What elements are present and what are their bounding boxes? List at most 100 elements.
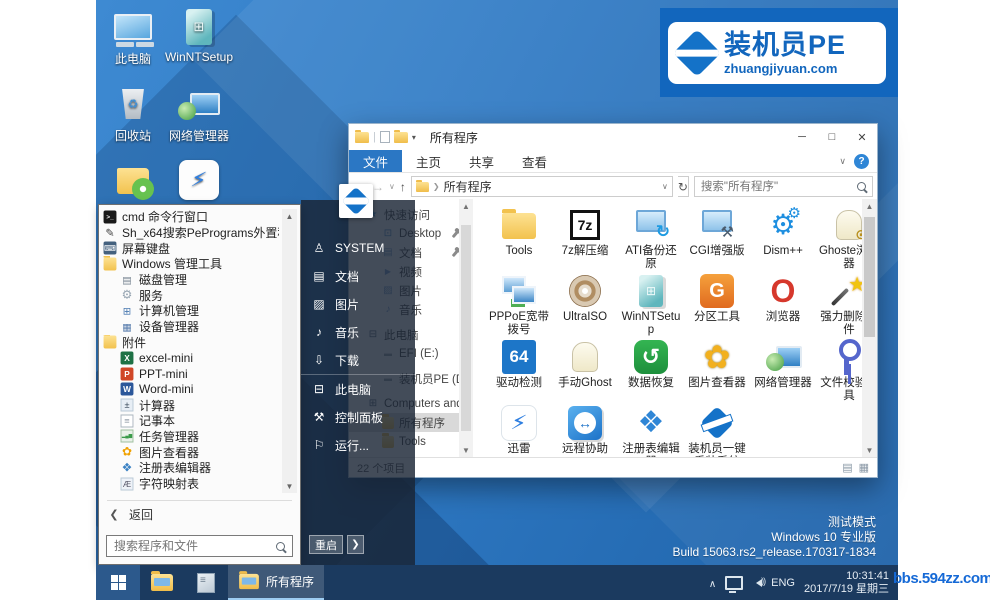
ribbon-tab[interactable]: 文件 xyxy=(349,150,402,172)
help-icon[interactable]: ? xyxy=(854,154,869,169)
scroll-down-icon[interactable]: ▼ xyxy=(282,479,297,493)
overlay-menu-item[interactable]: 下载 xyxy=(301,346,415,375)
address-bar[interactable]: ❯ 所有程序 ∨ xyxy=(411,176,673,197)
close-button[interactable]: ✕ xyxy=(847,125,877,150)
taskbar-task-all-programs[interactable]: 所有程序 xyxy=(228,565,324,600)
ribbon-tab[interactable]: 共享 xyxy=(455,150,508,172)
app-item[interactable]: PPPoE宽带拨号 xyxy=(487,272,551,338)
scroll-down-icon[interactable]: ▼ xyxy=(862,443,877,457)
overlay-menu-item[interactable]: 运行... xyxy=(301,431,415,459)
back-button[interactable]: 返回 xyxy=(99,504,300,524)
taskbar-clock[interactable]: 10:31:41 2017/7/19 星期三 xyxy=(804,570,889,596)
app-item[interactable]: 装机员一键重装系统 xyxy=(685,404,749,457)
app-item[interactable]: 注册表编辑器 xyxy=(619,404,683,457)
overlay-menu-item[interactable]: 图片 xyxy=(301,290,415,318)
app-item[interactable]: 强力删除文件 xyxy=(817,272,862,338)
explorer-search-input[interactable] xyxy=(699,180,857,194)
start-menu-item[interactable]: 设备管理器 xyxy=(103,319,279,335)
scrollbar-thumb[interactable] xyxy=(864,217,875,337)
app-item[interactable]: Tools xyxy=(487,206,551,272)
app-item[interactable]: CGI增强版 xyxy=(685,206,749,272)
folder-icon[interactable] xyxy=(394,132,408,143)
app-item[interactable]: 迅雷 xyxy=(487,404,551,457)
start-menu-item[interactable]: 屏幕键盘 xyxy=(103,240,279,256)
desktop-icon[interactable]: WinNTSetup xyxy=(166,6,232,83)
app-item[interactable]: 浏览器 xyxy=(751,272,815,338)
maximize-button[interactable]: □ xyxy=(817,125,847,150)
start-menu-item[interactable]: 记事本 xyxy=(103,413,279,429)
desktop-icon[interactable]: 网络管理器 xyxy=(166,83,232,160)
start-menu-item[interactable]: 附件 xyxy=(103,335,279,351)
taskbar-notepad-button[interactable] xyxy=(184,565,228,600)
restart-options-chevron-icon[interactable] xyxy=(347,535,364,554)
ribbon-tab[interactable]: 查看 xyxy=(508,150,561,172)
language-indicator[interactable]: ENG xyxy=(771,577,795,589)
thumbnails-view-icon[interactable]: ▦ xyxy=(859,461,869,474)
overlay-menu-item[interactable]: 此电脑 xyxy=(301,375,415,403)
start-menu-item[interactable]: Windows 管理工具 xyxy=(103,256,279,272)
scroll-down-icon[interactable]: ▼ xyxy=(459,443,473,457)
recent-locations-chevron-icon[interactable]: ∨ xyxy=(389,182,395,191)
app-item[interactable]: 分区工具 xyxy=(685,272,749,338)
refresh-icon[interactable]: ↻ xyxy=(678,176,689,197)
start-menu-item[interactable]: 任务管理器 xyxy=(103,429,279,445)
start-button[interactable] xyxy=(96,565,140,600)
scrollbar-thumb[interactable] xyxy=(461,225,471,431)
app-item[interactable]: 图片查看器 xyxy=(685,338,749,404)
app-item[interactable]: 7z解压缩 xyxy=(553,206,617,272)
overlay-menu-item[interactable]: 文档 xyxy=(301,262,415,290)
app-item[interactable]: 数据恢复 xyxy=(619,338,683,404)
app-item[interactable]: WinNTSetup xyxy=(619,272,683,338)
ribbon-expand-chevron-icon[interactable]: ∨ xyxy=(839,156,846,167)
app-item[interactable]: 驱动检测 xyxy=(487,338,551,404)
file-icon[interactable] xyxy=(380,131,390,143)
breadcrumb[interactable]: 所有程序 xyxy=(444,178,492,195)
app-item[interactable]: 手动Ghost xyxy=(553,338,617,404)
overlay-menu-item[interactable]: SYSTEM xyxy=(301,234,415,262)
app-item[interactable]: 文件校验工具 xyxy=(817,338,862,404)
scroll-up-icon[interactable]: ▲ xyxy=(862,199,877,213)
explorer-search-box[interactable] xyxy=(694,176,873,197)
start-menu-item[interactable]: 注册表编辑器 xyxy=(103,460,279,476)
scroll-up-icon[interactable]: ▲ xyxy=(282,209,297,223)
start-menu-item[interactable]: PPT-mini xyxy=(103,366,279,382)
forward-arrow-icon[interactable]: → xyxy=(372,180,384,194)
explorer-titlebar[interactable]: | ▾ 所有程序 ─ □ ✕ xyxy=(349,124,877,150)
content-scrollbar[interactable]: ▲ ▼ xyxy=(862,199,877,457)
desktop-icon[interactable]: 回收站 xyxy=(100,83,166,160)
start-menu-item[interactable]: 图片查看器 xyxy=(103,444,279,460)
tray-expand-chevron-icon[interactable] xyxy=(709,574,716,592)
app-item[interactable]: Dism++ xyxy=(751,206,815,272)
details-view-icon[interactable]: ▤ xyxy=(842,461,852,474)
minimize-button[interactable]: ─ xyxy=(787,125,817,150)
start-menu-item[interactable]: 计算机管理 xyxy=(103,303,279,319)
ribbon-tab[interactable]: 主页 xyxy=(402,150,455,172)
volume-tray-icon[interactable] xyxy=(752,579,762,587)
network-tray-icon[interactable] xyxy=(725,576,743,590)
start-menu-search-box[interactable] xyxy=(106,535,293,557)
up-arrow-icon[interactable]: ↑ xyxy=(400,180,406,194)
search-icon[interactable] xyxy=(857,182,866,191)
address-dropdown-chevron-icon[interactable]: ∨ xyxy=(662,182,668,191)
sidebar-scrollbar[interactable]: ▲ ▼ xyxy=(459,199,473,457)
taskbar-file-explorer-button[interactable] xyxy=(140,565,184,600)
search-icon[interactable] xyxy=(276,542,285,551)
start-menu-item[interactable]: cmd 命令行窗口 xyxy=(103,209,279,225)
start-menu-item[interactable]: excel-mini xyxy=(103,350,279,366)
overlay-menu-item[interactable]: 音乐 xyxy=(301,318,415,346)
app-item[interactable]: Ghoste浏览器 xyxy=(817,206,862,272)
scroll-up-icon[interactable]: ▲ xyxy=(459,199,473,213)
start-menu-item[interactable]: 磁盘管理 xyxy=(103,272,279,288)
app-item[interactable]: ATI备份还原 xyxy=(619,206,683,272)
start-menu-item[interactable]: Sh_x64搜索PePrograms外置程序 xyxy=(103,225,279,241)
start-menu-item[interactable]: 服务 xyxy=(103,287,279,303)
app-item[interactable]: UltraISO xyxy=(553,272,617,338)
restart-button[interactable]: 重启 xyxy=(309,535,343,554)
start-menu-item[interactable]: 字符映射表 xyxy=(103,476,279,492)
overlay-menu-item[interactable]: 控制面板 xyxy=(301,403,415,431)
start-menu-search-input[interactable] xyxy=(112,538,276,554)
app-item[interactable]: 远程协助 xyxy=(553,404,617,457)
desktop-icon[interactable]: 此电脑 xyxy=(100,6,166,83)
start-menu-scrollbar[interactable]: ▲ ▼ xyxy=(282,209,297,493)
chevron-down-icon[interactable]: ▾ xyxy=(412,133,416,142)
